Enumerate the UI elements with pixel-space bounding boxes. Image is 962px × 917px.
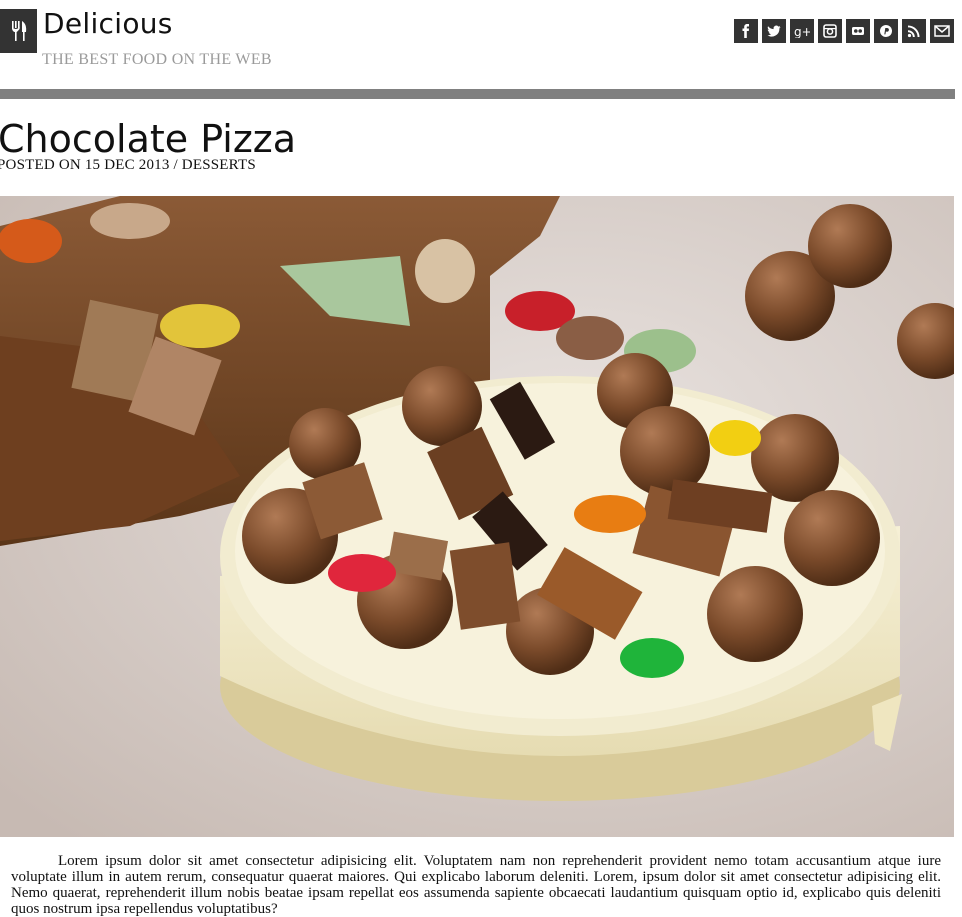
facebook-icon[interactable]	[734, 19, 758, 43]
svg-text:g+: g+	[794, 25, 810, 38]
instagram-icon[interactable]	[818, 19, 842, 43]
site-title[interactable]: Delicious	[43, 6, 173, 42]
email-icon[interactable]	[930, 19, 954, 43]
post-body: Lorem ipsum dolor sit amet consectetur a…	[11, 853, 941, 917]
fork-knife-icon	[11, 21, 26, 41]
header-divider	[0, 89, 955, 99]
chocolate-pizza-photo	[0, 196, 954, 837]
post-meta: POSTED ON 15 DEC 2013 / DESSERTS	[0, 157, 256, 173]
social-links: g+	[734, 19, 954, 43]
rss-icon[interactable]	[902, 19, 926, 43]
site-logo[interactable]	[0, 9, 37, 53]
site-tagline: THE BEST FOOD ON THE WEB	[42, 51, 272, 68]
featured-image	[0, 196, 954, 837]
flickr-icon[interactable]	[846, 19, 870, 43]
pinterest-icon[interactable]	[874, 19, 898, 43]
google-plus-icon[interactable]: g+	[790, 19, 814, 43]
twitter-icon[interactable]	[762, 19, 786, 43]
